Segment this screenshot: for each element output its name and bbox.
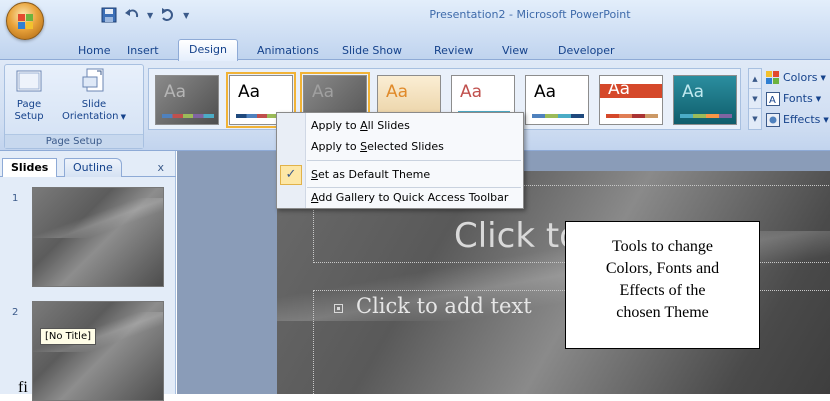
- slide-number-1: 1: [12, 193, 19, 204]
- gallery-scroll-up-icon[interactable]: ▲: [749, 69, 761, 89]
- slide-thumbnail-2[interactable]: [32, 301, 164, 401]
- gallery-more-icon[interactable]: ▼: [749, 109, 761, 129]
- theme-thumbnail[interactable]: Aa: [155, 75, 219, 125]
- annotation-callout: Tools to change Colors, Fonts and Effect…: [565, 221, 760, 349]
- theme-thumbnail-label: Aa: [682, 82, 705, 102]
- fonts-dropdown-icon: ▼: [815, 94, 822, 103]
- office-logo-icon: [18, 14, 33, 29]
- slide-thumbnail-1[interactable]: [32, 187, 164, 287]
- fonts-icon: A: [766, 91, 780, 106]
- fonts-label: Fonts: [783, 92, 813, 105]
- page-setup-icon: [16, 70, 42, 92]
- tab-slides[interactable]: Slides: [2, 158, 58, 177]
- page-setup-group-label: Page Setup: [5, 134, 143, 148]
- stray-text: fi: [18, 379, 28, 396]
- callout-line-3: Effects of the: [619, 282, 706, 299]
- menu-separator: [307, 160, 521, 161]
- theme-color-strip: [162, 114, 214, 118]
- tab-home[interactable]: Home: [68, 41, 120, 60]
- slide-orientation-label-1: Slide: [81, 99, 107, 110]
- tab-design[interactable]: Design: [178, 39, 238, 61]
- colors-icon: [766, 70, 779, 84]
- callout-line-1: Tools to change: [611, 238, 714, 255]
- theme-thumbnail[interactable]: Aa: [599, 75, 663, 125]
- close-icon[interactable]: x: [157, 161, 164, 174]
- svg-text:A: A: [769, 95, 776, 106]
- effects-icon: [766, 112, 780, 127]
- menu-item-apply-all-key: A: [360, 119, 368, 132]
- theme-thumbnail-label: Aa: [460, 82, 483, 102]
- tab-developer[interactable]: Developer: [548, 41, 625, 60]
- menu-separator: [307, 187, 521, 188]
- effects-button[interactable]: Effects ▼: [766, 110, 830, 129]
- theme-thumbnail-label: Aa: [164, 82, 187, 102]
- menu-item-set-default[interactable]: Set as Default Theme: [311, 166, 430, 184]
- theme-thumbnail[interactable]: Aa: [673, 75, 737, 125]
- title-bar: ▼ ▼ Presentation2 - Microsoft PowerPoint: [0, 0, 830, 40]
- menu-item-set-default-post: et as Default Theme: [317, 168, 431, 181]
- theme-color-strip: [532, 114, 584, 118]
- tab-view[interactable]: View: [492, 41, 538, 60]
- theme-thumbnail-label: Aa: [608, 79, 631, 99]
- tab-insert[interactable]: Insert: [117, 41, 169, 60]
- effects-dropdown-icon: ▼: [823, 115, 829, 124]
- slide-orientation-icon: [82, 68, 104, 92]
- menu-item-apply-selected-pre: Apply to: [311, 140, 361, 153]
- menu-item-apply-selected-post: elected Slides: [367, 140, 444, 153]
- theme-thumbnail-label: Aa: [238, 82, 261, 102]
- office-button[interactable]: [6, 2, 44, 40]
- theme-tools: Colors ▼ A Fonts ▼ Effects ▼: [766, 68, 830, 131]
- theme-thumbnail-label: Aa: [386, 82, 409, 102]
- tab-outline[interactable]: Outline: [64, 158, 122, 177]
- slides-pane: Slides Outline x 1 2 [No Title] fi: [0, 151, 176, 401]
- check-icon: ✓: [280, 165, 302, 185]
- tab-slide-show[interactable]: Slide Show: [332, 41, 412, 60]
- theme-color-strip: [680, 114, 732, 118]
- menu-item-add-gallery-qat[interactable]: Add Gallery to Quick Access Toolbar: [311, 189, 508, 207]
- theme-thumbnail[interactable]: Aa: [525, 75, 589, 125]
- fonts-button[interactable]: A Fonts ▼: [766, 89, 830, 108]
- menu-item-apply-selected[interactable]: Apply to Selected Slides: [311, 138, 444, 156]
- pane-tabs: Slides Outline x: [0, 155, 176, 177]
- ribbon-tab-row: Home Insert Design Animations Slide Show…: [0, 34, 830, 61]
- theme-thumbnail-label: Aa: [534, 82, 557, 102]
- slide-orientation-dropdown-icon: ▼: [118, 113, 127, 121]
- page-setup-label-2: Setup: [14, 111, 44, 122]
- slide-orientation-label-2: Orientation: [61, 111, 119, 122]
- bullet-icon: [334, 304, 343, 313]
- gallery-scroll-down-icon[interactable]: ▼: [749, 89, 761, 109]
- callout-line-2: Colors, Fonts and: [605, 260, 720, 277]
- menu-item-apply-all-post: ll Slides: [367, 119, 410, 132]
- theme-context-menu: Apply to All Slides Apply to Selected Sl…: [276, 112, 524, 209]
- body-placeholder-text: Click to add text: [356, 294, 532, 318]
- menu-item-apply-all-pre: Apply to: [311, 119, 361, 132]
- callout-line-4: chosen Theme: [616, 304, 709, 321]
- tab-review[interactable]: Review: [424, 41, 483, 60]
- gallery-scrollbar: ▲ ▼ ▼: [748, 68, 762, 130]
- page-setup-label-1: Page: [16, 99, 42, 110]
- colors-button[interactable]: Colors ▼: [766, 68, 830, 87]
- theme-color-strip: [606, 114, 658, 118]
- menu-item-add-gallery-post: dd Gallery to Quick Access Toolbar: [318, 191, 509, 204]
- slide-tooltip: [No Title]: [40, 328, 97, 345]
- effects-label: Effects: [783, 113, 821, 126]
- tab-animations[interactable]: Animations: [247, 41, 329, 60]
- theme-thumbnail-label: Aa: [312, 82, 335, 102]
- menu-item-apply-all[interactable]: Apply to All Slides: [311, 117, 410, 135]
- window-title: Presentation2 - Microsoft PowerPoint: [429, 8, 631, 21]
- slide-number-2: 2: [12, 307, 19, 318]
- colors-dropdown-icon: ▼: [820, 73, 826, 82]
- page-setup-group: Page Setup Slide Orientation ▼ Page Setu…: [4, 64, 144, 149]
- menu-item-set-default-key: S: [311, 168, 318, 181]
- colors-label: Colors: [783, 71, 818, 84]
- slide-orientation-button[interactable]: Slide Orientation ▼: [59, 67, 129, 123]
- page-setup-button[interactable]: Page Setup: [9, 67, 49, 123]
